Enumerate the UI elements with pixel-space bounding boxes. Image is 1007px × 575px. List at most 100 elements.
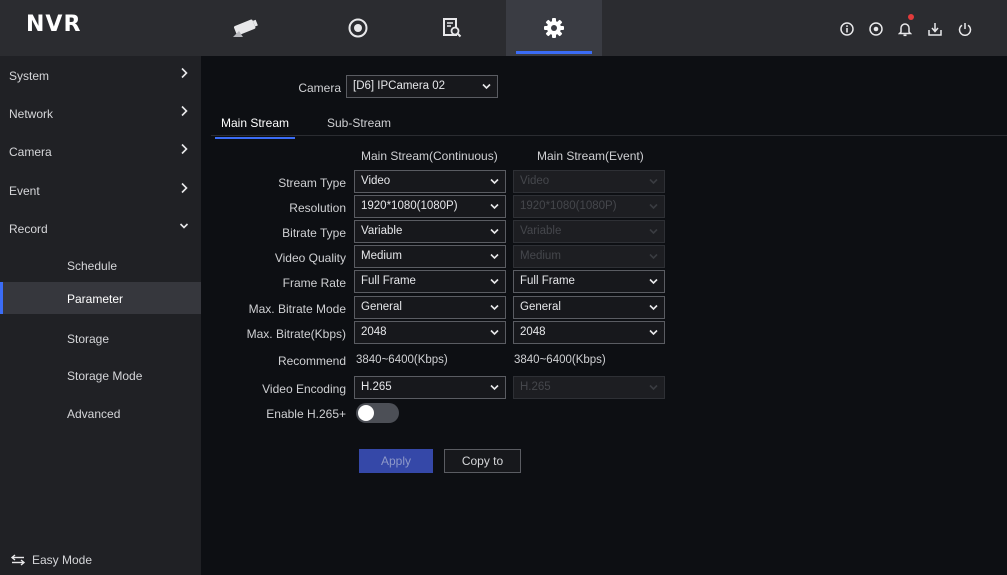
max-bitrate-mode-label: Max. Bitrate Mode bbox=[248, 302, 346, 316]
chevron-down-icon bbox=[490, 304, 499, 311]
sidebar-item-advanced[interactable]: Advanced bbox=[0, 396, 201, 433]
copy-to-button[interactable]: Copy to bbox=[444, 449, 521, 473]
chevron-down-icon bbox=[649, 278, 658, 285]
stream-type-value: Video bbox=[361, 175, 391, 187]
video-quality-select[interactable]: Medium bbox=[354, 245, 506, 268]
camera-icon bbox=[233, 19, 258, 37]
video-quality-label: Video Quality bbox=[274, 251, 346, 265]
chevron-right-icon bbox=[181, 105, 188, 117]
resolution-select[interactable]: 1920*1080(1080P) bbox=[354, 195, 506, 218]
max-bitrate-select[interactable]: 2048 bbox=[354, 321, 506, 344]
apply-button[interactable]: Apply bbox=[359, 449, 433, 473]
tab-playback[interactable] bbox=[310, 0, 406, 56]
camera-label: Camera bbox=[298, 81, 341, 95]
max-bitrate-mode-select[interactable]: General bbox=[354, 296, 506, 319]
max-bitrate-event-select[interactable]: 2048 bbox=[513, 321, 665, 344]
chevron-down-icon bbox=[649, 253, 658, 260]
video-encoding-select[interactable]: H.265 bbox=[354, 376, 506, 399]
main-panel: Camera [D6] IPCamera 02 Main Stream Sub-… bbox=[201, 56, 1007, 575]
tab-configuration[interactable] bbox=[506, 0, 602, 56]
stream-type-select[interactable]: Video bbox=[354, 170, 506, 193]
recommend-event-value: 3840~6400(Kbps) bbox=[514, 354, 606, 366]
sidebar-item-record[interactable]: Record bbox=[0, 211, 201, 248]
sidebar-item-parameter[interactable]: Parameter bbox=[0, 282, 201, 314]
max-bitrate-mode-event-select[interactable]: General bbox=[513, 296, 665, 319]
camera-select-value: [D6] IPCamera 02 bbox=[353, 80, 446, 92]
sidebar-item-camera[interactable]: Camera bbox=[0, 134, 201, 171]
sidebar-item-label: Advanced bbox=[67, 407, 121, 421]
sidebar-item-network[interactable]: Network bbox=[0, 96, 201, 133]
info-icon[interactable] bbox=[838, 20, 856, 38]
video-encoding-event-value: H.265 bbox=[520, 381, 551, 393]
max-bitrate-mode-event-value: General bbox=[520, 301, 561, 313]
enable-h265plus-toggle[interactable] bbox=[356, 403, 399, 423]
stream-type-event-value: Video bbox=[520, 175, 550, 187]
stream-type-event-select: Video bbox=[513, 170, 665, 193]
sidebar-item-label: Record bbox=[9, 222, 48, 236]
tab-file-management[interactable] bbox=[404, 0, 500, 56]
camera-select[interactable]: [D6] IPCamera 02 bbox=[346, 75, 498, 98]
max-bitrate-label: Max. Bitrate(Kbps) bbox=[246, 327, 346, 341]
file-search-icon bbox=[443, 18, 462, 38]
resolution-event-select: 1920*1080(1080P) bbox=[513, 195, 665, 218]
video-encoding-label: Video Encoding bbox=[262, 382, 346, 396]
chevron-down-icon bbox=[649, 178, 658, 185]
chevron-right-icon bbox=[181, 67, 188, 79]
sidebar-item-label: System bbox=[9, 69, 50, 83]
sidebar-item-event[interactable]: Event bbox=[0, 173, 201, 210]
video-quality-event-select: Medium bbox=[513, 245, 665, 268]
tab-sub-stream[interactable]: Sub-Stream bbox=[327, 116, 391, 130]
sidebar-item-storage[interactable]: Storage bbox=[0, 321, 201, 358]
stream-tabs: Main Stream Sub-Stream bbox=[211, 110, 1007, 139]
recommend-label: Recommend bbox=[277, 354, 346, 368]
max-bitrate-event-value: 2048 bbox=[520, 326, 546, 338]
power-icon[interactable] bbox=[956, 20, 974, 38]
resolution-label: Resolution bbox=[289, 201, 346, 215]
column-header-event: Main Stream(Event) bbox=[537, 149, 644, 163]
frame-rate-event-value: Full Frame bbox=[520, 275, 575, 287]
column-header-continuous: Main Stream(Continuous) bbox=[361, 149, 498, 163]
resolution-value: 1920*1080(1080P) bbox=[361, 200, 458, 212]
download-icon[interactable] bbox=[926, 20, 944, 38]
max-bitrate-value: 2048 bbox=[361, 326, 387, 338]
notification-dot bbox=[908, 14, 914, 20]
frame-rate-event-select[interactable]: Full Frame bbox=[513, 270, 665, 293]
frame-rate-label: Frame Rate bbox=[282, 276, 346, 290]
chevron-down-icon bbox=[490, 329, 499, 336]
max-bitrate-mode-value: General bbox=[361, 301, 402, 313]
chevron-down-icon bbox=[490, 384, 499, 391]
chevron-right-icon bbox=[181, 143, 188, 155]
chevron-down-icon bbox=[649, 329, 658, 336]
easy-mode-button[interactable]: Easy Mode bbox=[10, 553, 92, 567]
sidebar-item-label: Camera bbox=[9, 145, 52, 159]
chevron-down-icon bbox=[179, 223, 189, 229]
chevron-right-icon bbox=[181, 182, 188, 194]
top-bar: NVR bbox=[0, 0, 1007, 56]
sidebar-item-system[interactable]: System bbox=[0, 58, 201, 95]
recommend-value: 3840~6400(Kbps) bbox=[356, 354, 448, 366]
video-quality-value: Medium bbox=[361, 250, 402, 262]
sidebar-item-schedule[interactable]: Schedule bbox=[0, 248, 201, 285]
enable-h265plus-label: Enable H.265+ bbox=[266, 407, 346, 421]
record-status-icon[interactable] bbox=[867, 20, 885, 38]
sidebar-item-storage-mode[interactable]: Storage Mode bbox=[0, 358, 201, 395]
sidebar-item-label: Network bbox=[9, 107, 54, 121]
chevron-down-icon bbox=[649, 228, 658, 235]
chevron-down-icon bbox=[649, 203, 658, 210]
sidebar: System Network Camera Event Record Sched… bbox=[0, 56, 201, 575]
bell-icon[interactable] bbox=[896, 14, 914, 38]
sidebar-item-label: Storage bbox=[67, 332, 110, 346]
tab-main-stream[interactable]: Main Stream bbox=[214, 116, 296, 139]
bitrate-type-select[interactable]: Variable bbox=[354, 220, 506, 243]
tab-live-view[interactable] bbox=[198, 0, 294, 56]
app-logo: NVR bbox=[26, 12, 82, 37]
frame-rate-select[interactable]: Full Frame bbox=[354, 270, 506, 293]
chevron-down-icon bbox=[490, 203, 499, 210]
video-quality-event-value: Medium bbox=[520, 250, 561, 262]
bitrate-type-label: Bitrate Type bbox=[282, 226, 346, 240]
resolution-event-value: 1920*1080(1080P) bbox=[520, 200, 617, 212]
chevron-down-icon bbox=[649, 384, 658, 391]
swap-icon bbox=[10, 554, 26, 566]
chevron-down-icon bbox=[649, 304, 658, 311]
stream-type-label: Stream Type bbox=[278, 176, 346, 190]
